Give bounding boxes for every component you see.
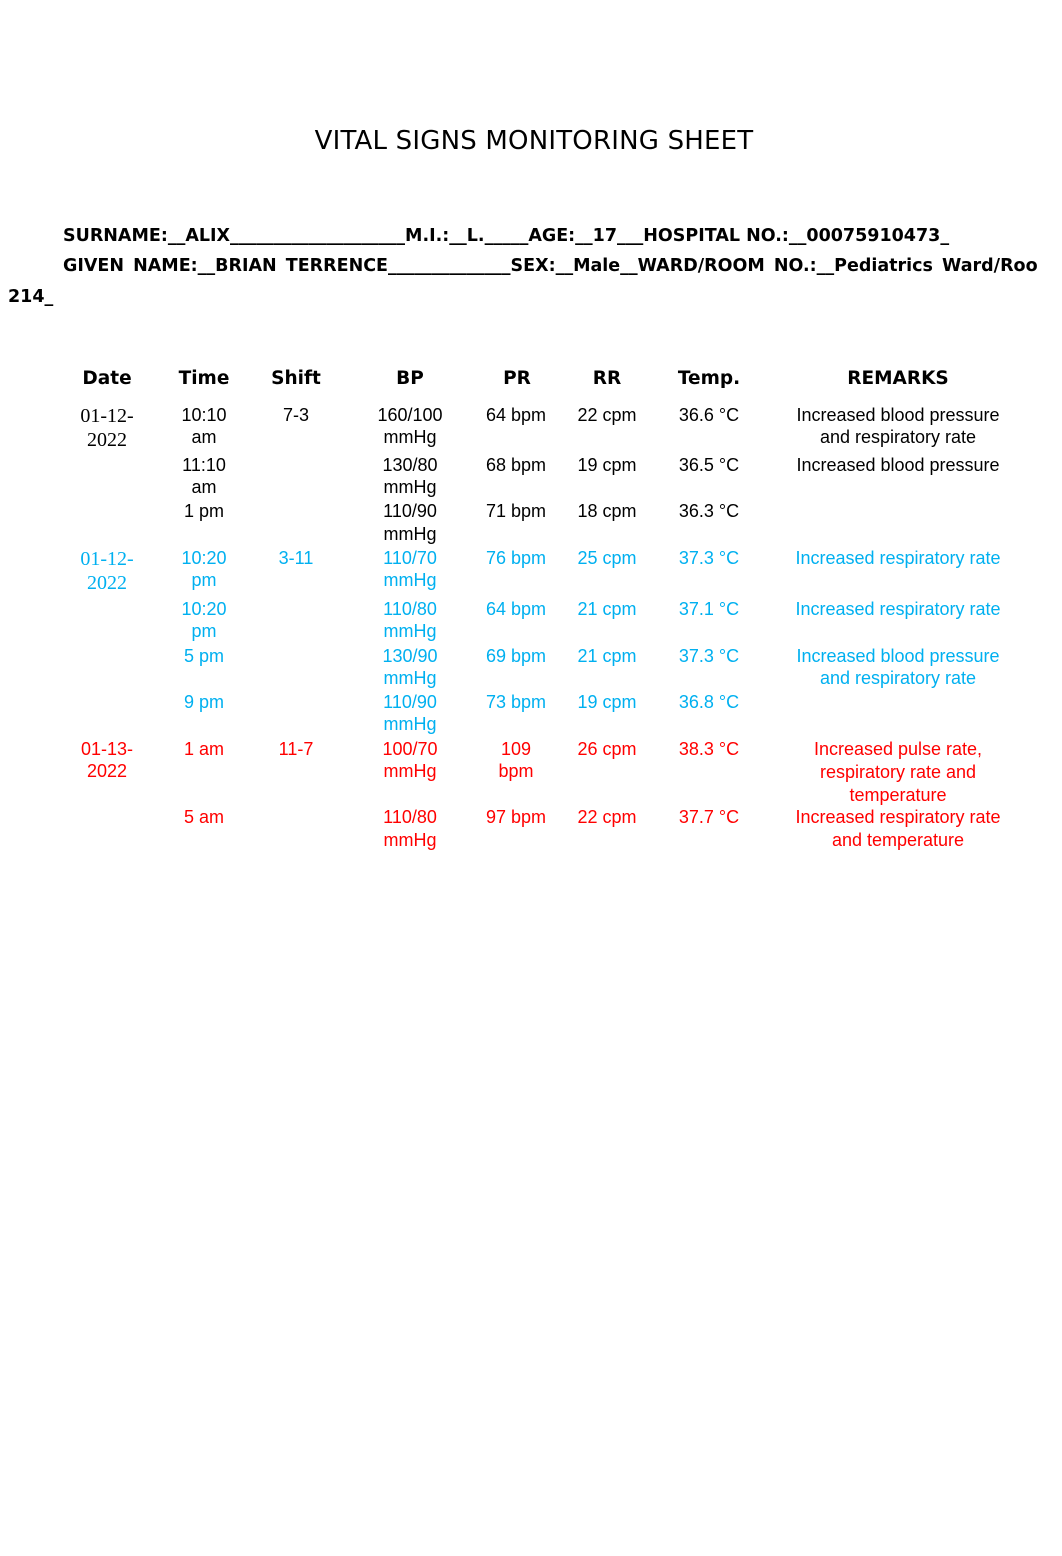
cell-rr: 26 cpm — [577, 739, 637, 759]
cell-pr: 69 bpm — [485, 646, 547, 666]
cell-rr: 18 cpm — [577, 501, 637, 521]
cell-shift: 7-3 — [282, 405, 309, 425]
cell-temp: 37.3 °C — [678, 548, 740, 568]
cell-time: 11:10 am — [182, 455, 226, 497]
cell-remarks: Increased respiratory rate — [795, 548, 1001, 568]
cell-bp: 160/100 mmHg — [377, 405, 443, 447]
cell-time: 10:20 pm — [181, 548, 227, 590]
header-remarks: REMARKS — [847, 368, 949, 389]
cell-remarks: Increased blood pressure and respiratory… — [796, 646, 1000, 688]
header-date: Date — [82, 368, 132, 389]
cell-time: 1 am — [183, 739, 225, 759]
header-temp: Temp. — [677, 368, 741, 389]
cell-time: 10:20 pm — [181, 599, 227, 641]
cell-pr: 64 bpm — [485, 405, 547, 425]
cell-time: 1 pm — [183, 501, 225, 521]
cell-pr: 97 bpm — [485, 807, 547, 827]
cell-time: 5 pm — [183, 646, 225, 666]
cell-pr: 76 bpm — [485, 548, 547, 568]
cell-temp: 36.8 °C — [678, 692, 740, 712]
cell-temp: 37.1 °C — [678, 599, 740, 619]
header-time: Time — [178, 368, 230, 389]
cell-bp: 110/80 mmHg — [383, 807, 437, 850]
cell-rr: 19 cpm — [577, 692, 637, 712]
cell-bp: 110/90 mmHg — [383, 501, 437, 544]
cell-bp: 130/90 mmHg — [382, 646, 438, 688]
patient-info-line-3: 214_ — [8, 287, 54, 307]
cell-pr: 73 bpm — [485, 692, 547, 712]
cell-rr: 22 cpm — [577, 807, 637, 827]
cell-temp: 36.6 °C — [678, 405, 740, 425]
cell-bp: 110/80 mmHg — [383, 599, 437, 641]
page-title: VITAL SIGNS MONITORING SHEET — [314, 126, 754, 156]
cell-time: 10:10 am — [181, 405, 227, 447]
header-shift: Shift — [271, 368, 321, 389]
cell-remarks: Increased respiratory rate and temperatu… — [795, 807, 1001, 850]
cell-time: 9 pm — [183, 692, 225, 712]
cell-pr: 64 bpm — [485, 599, 547, 619]
cell-rr: 21 cpm — [577, 599, 637, 619]
patient-info-line-1: SURNAME:__ALIX____________________M.I.:_… — [63, 226, 950, 246]
cell-temp: 36.5 °C — [678, 455, 740, 475]
cell-temp: 36.3 °C — [678, 501, 740, 521]
cell-temp: 37.7 °C — [678, 807, 740, 827]
cell-bp: 130/80 mmHg — [382, 455, 438, 497]
patient-info-line-2: GIVEN NAME:__BRIAN TERRENCE_____________… — [63, 256, 1038, 276]
cell-pr: 68 bpm — [485, 455, 547, 475]
cell-bp: 110/90 mmHg — [383, 692, 437, 734]
cell-remarks: Increased respiratory rate — [795, 599, 1001, 619]
cell-date: 01-12-2022 — [80, 548, 134, 594]
cell-shift: 3-11 — [278, 548, 314, 568]
cell-time: 5 am — [183, 807, 225, 827]
cell-rr: 22 cpm — [577, 405, 637, 425]
cell-bp: 110/70 mmHg — [383, 548, 437, 590]
cell-rr: 21 cpm — [577, 646, 637, 666]
cell-pr: 109 bpm — [498, 739, 534, 781]
header-bp: BP — [396, 368, 424, 389]
cell-date: 01-12-2022 — [80, 405, 134, 451]
cell-remarks: Increased blood pressure — [796, 455, 1000, 475]
header-rr: RR — [592, 368, 622, 389]
cell-shift: 11-7 — [278, 739, 314, 759]
cell-remarks: Increased pulse rate, respiratory rate a… — [813, 739, 983, 805]
cell-rr: 25 cpm — [577, 548, 637, 568]
cell-remarks: Increased blood pressure and respiratory… — [796, 405, 1000, 447]
header-pr: PR — [503, 368, 531, 389]
cell-pr: 71 bpm — [485, 501, 547, 521]
cell-bp: 100/70 mmHg — [382, 739, 438, 781]
cell-date: 01-13-2022 — [80, 739, 134, 781]
cell-temp: 37.3 °C — [678, 646, 740, 666]
cell-rr: 19 cpm — [577, 455, 637, 475]
cell-temp: 38.3 °C — [678, 739, 740, 759]
